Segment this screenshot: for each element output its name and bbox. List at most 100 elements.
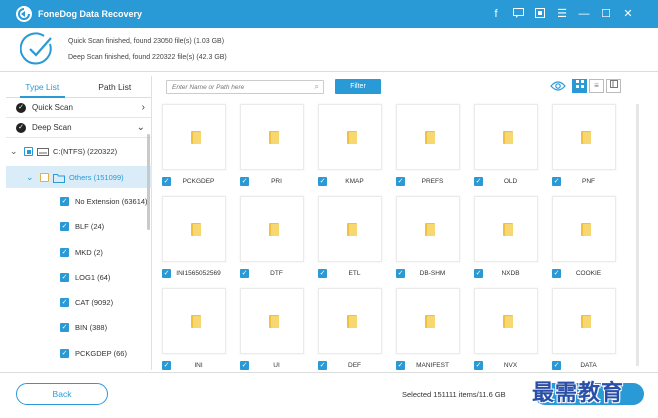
file-checkbox[interactable]: ✓ <box>162 360 171 370</box>
file-thumbnail[interactable] <box>240 288 304 354</box>
file-checkbox[interactable]: ✓ <box>396 268 405 278</box>
type-item[interactable]: ✓ CAT (9092) <box>60 298 113 307</box>
tree-others-row[interactable]: ⌄ Others (151099) <box>26 172 124 183</box>
file-item[interactable]: ✓ DTF <box>238 196 304 288</box>
file-checkbox[interactable]: ✓ <box>240 360 249 370</box>
search-box[interactable]: ⌕ <box>166 80 324 94</box>
file-checkbox[interactable]: ✓ <box>552 176 561 186</box>
file-checkbox[interactable]: ✓ <box>318 360 327 370</box>
search-icon[interactable]: ⌕ <box>315 82 319 92</box>
file-thumbnail[interactable] <box>396 288 460 354</box>
maximize-icon[interactable]: ☐ <box>600 8 612 20</box>
file-item[interactable]: ✓ PNF <box>550 104 616 196</box>
file-item[interactable]: ✓ DEF <box>316 288 382 380</box>
file-checkbox[interactable]: ✓ <box>474 268 483 278</box>
item-checkbox[interactable]: ✓ <box>60 197 69 206</box>
file-checkbox[interactable]: ✓ <box>552 268 561 278</box>
file-checkbox[interactable]: ✓ <box>240 176 249 186</box>
deep-scan-row[interactable]: ✓ Deep Scan ⌄ <box>6 118 151 138</box>
file-item[interactable]: ✓ MANIFEST <box>394 288 460 380</box>
type-item[interactable]: ✓ No Extension (63614) <box>60 197 148 206</box>
file-thumbnail[interactable] <box>552 196 616 262</box>
file-thumbnail[interactable] <box>240 104 304 170</box>
file-item[interactable]: ✓ DB-SHM <box>394 196 460 288</box>
file-checkbox[interactable]: ✓ <box>162 176 171 186</box>
file-thumbnail[interactable] <box>552 288 616 354</box>
type-item[interactable]: ✓ BLF (24) <box>60 222 104 231</box>
file-item[interactable]: ✓ DATA <box>550 288 616 380</box>
others-label: Others (151099) <box>69 173 124 182</box>
feedback-icon[interactable] <box>512 7 524 21</box>
item-checkbox[interactable]: ✓ <box>60 298 69 307</box>
file-thumbnail[interactable] <box>162 288 226 354</box>
chevron-down-icon[interactable]: ⌄ <box>26 172 36 183</box>
file-thumbnail[interactable] <box>474 288 538 354</box>
file-thumbnail[interactable] <box>396 104 460 170</box>
file-thumbnail[interactable] <box>474 104 538 170</box>
file-checkbox[interactable]: ✓ <box>318 176 327 186</box>
item-checkbox[interactable]: ✓ <box>60 248 69 257</box>
item-checkbox[interactable]: ✓ <box>60 273 69 282</box>
chevron-right-icon[interactable]: › <box>142 102 145 113</box>
file-checkbox[interactable]: ✓ <box>396 360 405 370</box>
file-thumbnail[interactable] <box>318 196 382 262</box>
file-checkbox[interactable]: ✓ <box>396 176 405 186</box>
minimize-icon[interactable]: — <box>578 8 590 20</box>
eye-icon[interactable] <box>550 80 566 92</box>
list-view-button[interactable]: ≡ <box>589 79 604 93</box>
file-item[interactable]: ✓ INI <box>160 288 226 380</box>
file-thumbnail[interactable] <box>240 196 304 262</box>
quick-scan-row[interactable]: ✓ Quick Scan › <box>6 98 151 118</box>
file-item[interactable]: ✓ NVX <box>472 288 538 380</box>
drive-checkbox[interactable] <box>24 147 33 156</box>
file-thumbnail[interactable] <box>318 288 382 354</box>
file-item[interactable]: ✓ PCKGDEP <box>160 104 226 196</box>
file-thumbnail[interactable] <box>162 104 226 170</box>
grid-view-button[interactable] <box>572 79 587 93</box>
left-scrollbar[interactable] <box>147 134 150 230</box>
file-item[interactable]: ✓ KMAP <box>316 104 382 196</box>
file-thumbnail[interactable] <box>396 196 460 262</box>
item-checkbox[interactable]: ✓ <box>60 349 69 358</box>
file-item[interactable]: ✓ UI <box>238 288 304 380</box>
deep-scan-summary: Deep Scan finished, found 220322 file(s)… <box>68 54 227 61</box>
detail-view-button[interactable] <box>606 79 621 93</box>
file-item[interactable]: ✓ PREFS <box>394 104 460 196</box>
file-item[interactable]: ✓ NXDB <box>472 196 538 288</box>
menu-icon[interactable]: ☰ <box>556 8 568 20</box>
file-thumbnail[interactable] <box>474 196 538 262</box>
grid-scrollbar[interactable] <box>636 104 639 366</box>
file-item[interactable]: ✓ COOKIE <box>550 196 616 288</box>
facebook-icon[interactable]: f <box>490 8 502 20</box>
type-item[interactable]: ✓ MKD (2) <box>60 248 103 257</box>
type-item[interactable]: ✓ PCKGDEP (66) <box>60 349 127 358</box>
file-item[interactable]: ✓ OLD <box>472 104 538 196</box>
file-checkbox[interactable]: ✓ <box>318 268 327 278</box>
tab-type-list[interactable]: Type List <box>6 76 79 98</box>
file-thumbnail[interactable] <box>318 104 382 170</box>
type-item[interactable]: ✓ LOG1 (64) <box>60 273 110 282</box>
file-checkbox[interactable]: ✓ <box>240 268 249 278</box>
file-item[interactable]: ✓ PRI <box>238 104 304 196</box>
file-checkbox[interactable]: ✓ <box>474 360 483 370</box>
item-checkbox[interactable]: ✓ <box>60 222 69 231</box>
chevron-down-icon[interactable]: ⌄ <box>137 122 145 133</box>
file-item[interactable]: ✓ INI1565052569 <box>160 196 226 288</box>
file-checkbox[interactable]: ✓ <box>552 360 561 370</box>
file-thumbnail[interactable] <box>162 196 226 262</box>
file-thumbnail[interactable] <box>552 104 616 170</box>
item-checkbox[interactable]: ✓ <box>60 323 69 332</box>
filter-button[interactable]: Filter <box>335 79 381 94</box>
file-item[interactable]: ✓ ETL <box>316 196 382 288</box>
close-icon[interactable]: ✕ <box>622 8 634 20</box>
file-checkbox[interactable]: ✓ <box>474 176 483 186</box>
chevron-down-icon[interactable]: ⌄ <box>10 146 20 157</box>
back-button[interactable]: Back <box>16 383 108 405</box>
others-checkbox[interactable] <box>40 173 49 182</box>
type-item[interactable]: ✓ BIN (388) <box>60 323 107 332</box>
tab-path-list[interactable]: Path List <box>79 76 152 97</box>
register-icon[interactable] <box>534 7 546 21</box>
search-input[interactable] <box>172 81 312 93</box>
file-checkbox[interactable]: ✓ <box>162 268 171 278</box>
tree-drive-row[interactable]: ⌄ C:(NTFS) (220322) <box>10 146 117 157</box>
